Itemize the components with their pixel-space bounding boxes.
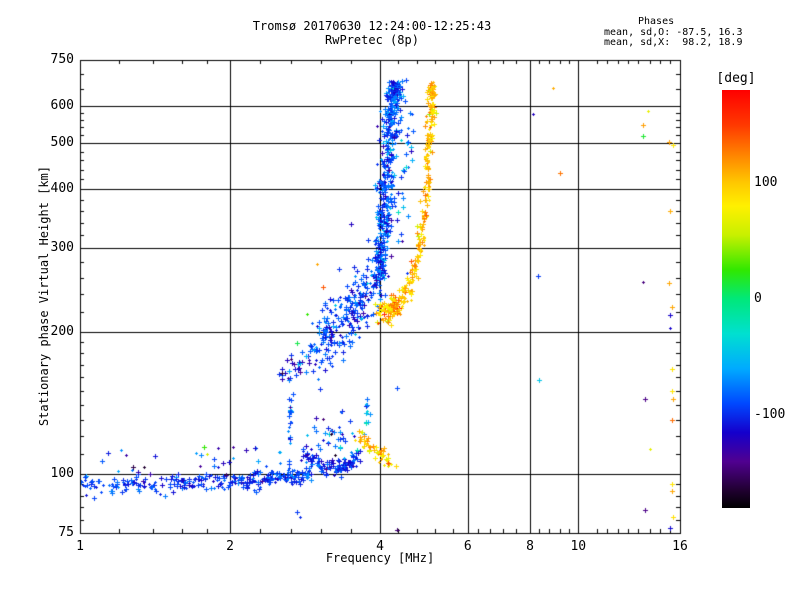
x-tick-label: 6 <box>448 540 488 553</box>
colorbar-tick-label: -100 <box>754 408 785 421</box>
ionogram-viewer: Tromsø 20170630 12:24:00-12:25:43 RwPret… <box>0 0 800 600</box>
y-axis-label: Stationary phase Virtual Height [km] <box>37 166 51 426</box>
x-tick-label: 10 <box>558 540 598 553</box>
colorbar-tick-label: 100 <box>754 176 777 189</box>
x-tick-label: 8 <box>510 540 550 553</box>
y-tick-label: 500 <box>34 136 74 149</box>
plot-subtitle: RwPretec (8p) <box>72 33 672 47</box>
y-tick-label: 200 <box>34 325 74 338</box>
x-tick-label: 2 <box>210 540 250 553</box>
x-tick-label: 1 <box>60 540 100 553</box>
phase-stats-header: Phases <box>604 17 674 27</box>
y-tick-label: 300 <box>34 241 74 254</box>
x-tick-label: 4 <box>360 540 400 553</box>
x-tick-label: 16 <box>660 540 700 553</box>
colorbar-unit-label: [deg] <box>710 71 762 86</box>
phase-colorbar <box>722 90 750 508</box>
y-tick-label: 100 <box>34 467 74 480</box>
y-tick-label: 600 <box>34 99 74 112</box>
colorbar-tick-label: 0 <box>754 292 762 305</box>
y-tick-label: 750 <box>34 53 74 66</box>
phase-stats-x-mode: mean, sd,X: 98.2, 18.9 <box>604 38 742 48</box>
ionogram-plot-canvas <box>0 0 800 600</box>
y-tick-label: 75 <box>34 526 74 539</box>
plot-title: Tromsø 20170630 12:24:00-12:25:43 <box>72 19 672 33</box>
y-tick-label: 400 <box>34 182 74 195</box>
